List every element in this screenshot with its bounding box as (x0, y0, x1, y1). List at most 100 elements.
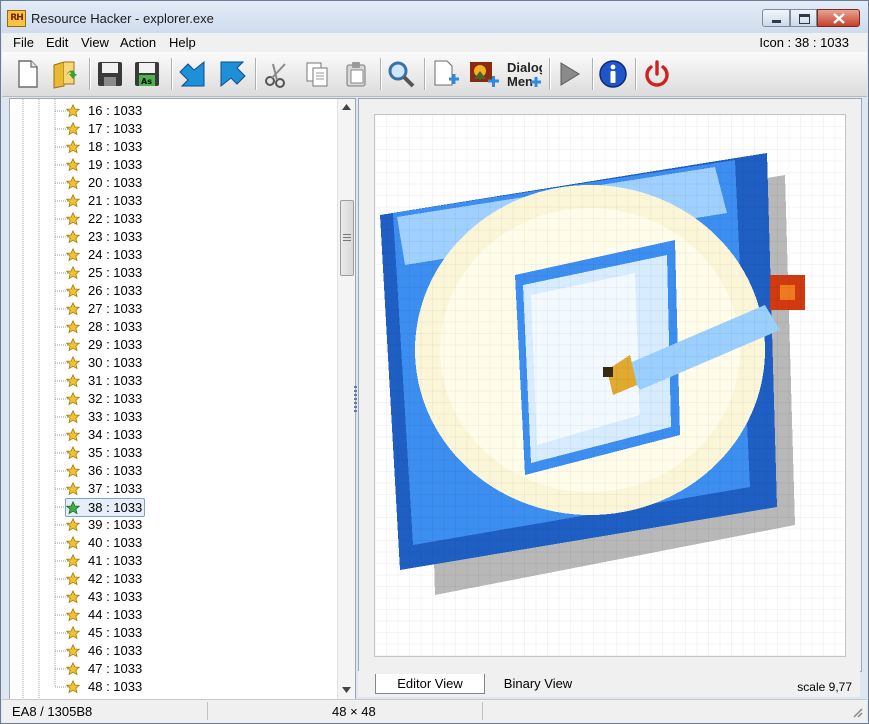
status-bar: EA8 / 1305B8 48 × 48 (2, 699, 867, 723)
forward-button[interactable] (215, 57, 249, 91)
exit-button[interactable] (640, 57, 674, 91)
tree-item[interactable]: 30 : 1033 (66, 354, 142, 371)
toolbar-separator (171, 58, 172, 90)
tree-item[interactable]: 19 : 1033 (66, 156, 142, 173)
cut-button[interactable] (260, 57, 294, 91)
scroll-up-arrow-icon[interactable] (342, 104, 351, 110)
tree-item-label: 46 : 1033 (88, 643, 143, 658)
tree-item-label: 45 : 1033 (88, 625, 143, 640)
run-script-button[interactable] (552, 57, 586, 91)
tree-item[interactable]: 26 : 1033 (66, 282, 142, 299)
resize-grip-icon[interactable] (851, 706, 863, 718)
star-icon (66, 643, 80, 657)
title-bar[interactable]: RH Resource Hacker - explorer.exe (1, 1, 868, 33)
toolbar-separator (592, 58, 593, 90)
tree-item[interactable]: 18 : 1033 (66, 138, 142, 155)
menu-file[interactable]: File (13, 35, 34, 50)
tab-binary-view[interactable]: Binary View (498, 674, 578, 693)
tree-item-label: 30 : 1033 (88, 355, 143, 370)
power-icon (645, 60, 669, 87)
menu-action[interactable]: Action (120, 35, 156, 50)
tree-item[interactable]: 31 : 1033 (66, 372, 142, 389)
tab-editor-view[interactable]: Editor View (375, 674, 485, 694)
tree-item[interactable]: 48 : 1033 (66, 678, 142, 695)
tree-item[interactable]: 47 : 1033 (66, 660, 142, 677)
new-button[interactable] (11, 57, 45, 91)
find-button[interactable] (384, 57, 418, 91)
tree-item-label: 37 : 1033 (88, 481, 143, 496)
scroll-down-arrow-icon[interactable] (342, 687, 351, 693)
tree-item[interactable]: 20 : 1033 (66, 174, 142, 191)
menu-help[interactable]: Help (169, 35, 196, 50)
star-icon (66, 247, 80, 261)
about-button[interactable] (596, 57, 630, 91)
maximize-button[interactable] (790, 9, 817, 27)
tree-item[interactable]: 33 : 1033 (66, 408, 142, 425)
star-icon (66, 500, 80, 514)
scrollbar-thumb[interactable] (340, 200, 354, 276)
save-as-button[interactable]: As (130, 57, 164, 91)
tree-item[interactable]: 27 : 1033 (66, 300, 142, 317)
tree-item[interactable]: 46 : 1033 (66, 642, 142, 659)
tree-item[interactable]: 44 : 1033 (66, 606, 142, 623)
toolbar-separator (635, 58, 636, 90)
menu-edit[interactable]: Edit (46, 35, 68, 50)
tree-item[interactable]: 17 : 1033 (66, 120, 142, 137)
tree-item[interactable]: 22 : 1033 (66, 210, 142, 227)
star-icon (66, 175, 80, 189)
dialog-menu-button[interactable]: DialogMen (504, 57, 542, 91)
tree-item[interactable]: 16 : 1033 (66, 102, 142, 119)
star-icon (66, 121, 80, 135)
menu-view[interactable]: View (81, 35, 109, 50)
tree-item[interactable]: 34 : 1033 (66, 426, 142, 443)
tree-item[interactable]: 42 : 1033 (66, 570, 142, 587)
grip-icon (343, 234, 351, 241)
tree-item[interactable]: 45 : 1033 (66, 624, 142, 641)
save-button[interactable] (93, 57, 127, 91)
star-icon (66, 427, 80, 441)
paste-icon (346, 62, 366, 87)
tree-item[interactable]: 40 : 1033 (66, 534, 142, 551)
tree-item-label: 48 : 1033 (88, 679, 143, 694)
back-button[interactable] (176, 57, 210, 91)
tree-item[interactable]: 24 : 1033 (66, 246, 142, 263)
add-image-resource-icon (470, 62, 499, 87)
save-icon (98, 62, 122, 86)
close-button[interactable] (817, 9, 860, 27)
tree-item[interactable]: 43 : 1033 (66, 588, 142, 605)
minimize-button[interactable] (762, 9, 790, 27)
vertical-scrollbar[interactable] (337, 99, 355, 699)
tree-item[interactable]: 32 : 1033 (66, 390, 142, 407)
dialog-menu-label: Dialog (507, 60, 542, 75)
tree-item[interactable]: 39 : 1033 (66, 516, 142, 533)
star-icon (66, 139, 80, 153)
icon-preview-canvas (374, 114, 846, 657)
add-image-resource-button[interactable] (467, 57, 501, 91)
tree-item[interactable]: 25 : 1033 (66, 264, 142, 281)
add-resource-button[interactable] (428, 57, 462, 91)
maximize-icon (799, 14, 810, 24)
tree-item[interactable]: 28 : 1033 (66, 318, 142, 335)
add-resource-icon (434, 60, 459, 86)
copy-button[interactable] (300, 57, 334, 91)
tree-item[interactable]: 37 : 1033 (66, 480, 142, 497)
tree-item[interactable]: 41 : 1033 (66, 552, 142, 569)
star-icon (66, 337, 80, 351)
star-icon (66, 571, 80, 585)
splitter-handle[interactable] (354, 386, 357, 412)
open-button[interactable] (48, 57, 82, 91)
tree-item[interactable]: 35 : 1033 (66, 444, 142, 461)
tree-item[interactable]: 23 : 1033 (66, 228, 142, 245)
save-as-icon: As (135, 62, 159, 86)
tree-item[interactable]: 36 : 1033 (66, 462, 142, 479)
star-icon (66, 229, 80, 243)
tree-item-label: 20 : 1033 (88, 175, 143, 190)
resource-tree[interactable]: 16 : 1033 17 : 1033 18 : 1033 19 : 1033 20 :… (9, 98, 356, 700)
star-icon (66, 211, 80, 225)
paste-button[interactable] (339, 57, 373, 91)
star-icon (66, 301, 80, 315)
tree-item[interactable]: 21 : 1033 (66, 192, 142, 209)
tree-item[interactable]: 29 : 1033 (66, 336, 142, 353)
tree-item-label: 19 : 1033 (88, 157, 143, 172)
tree-item[interactable]: 38 : 1033 (65, 498, 146, 517)
